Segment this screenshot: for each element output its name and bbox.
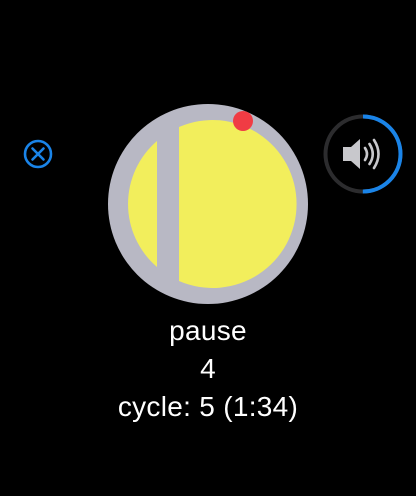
close-circle-icon — [23, 139, 53, 169]
volume-control — [323, 114, 403, 194]
count-label: 4 — [200, 353, 216, 384]
cycle-label: cycle: 5 (1:34) — [117, 391, 299, 422]
speaker-wave-icon — [343, 138, 380, 170]
volume-button[interactable] — [321, 112, 405, 196]
red-dot-indicator — [233, 111, 253, 131]
status-panel: pause 4 cycle: 5 (1:34) — [0, 312, 416, 426]
close-icon-cross — [31, 147, 45, 161]
dial-graphic — [108, 104, 308, 304]
breathing-dial — [107, 103, 309, 305]
close-button[interactable] — [22, 138, 54, 170]
state-label: pause — [169, 315, 247, 346]
